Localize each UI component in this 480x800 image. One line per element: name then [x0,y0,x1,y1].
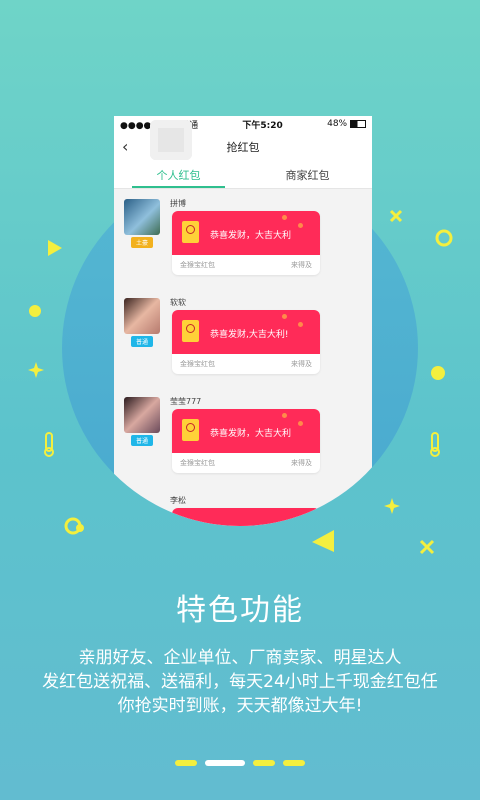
decor-dot [282,314,287,319]
ring-decoration [64,517,84,535]
red-packet-status: 来得及 [291,360,312,368]
level-badge: 土豪 [131,237,153,248]
avatar [124,397,160,433]
phone-screen: ●●●●○ 中国联通 下午5:20 48% ‹ 抢红包 个人红包 商家红包 土豪… [114,116,372,526]
battery-label: 48% [327,119,366,129]
list-item[interactable]: 土豪 拼博 恭喜发财，大吉大利 金猴宝红包 来得及 [114,189,372,288]
time-label: 下午5:20 [242,120,283,131]
feature-title: 特色功能 [176,593,304,628]
triangle-decoration [48,240,62,256]
feature-description: 亲朋好友、企业单位、厂商卖家、明星达人 发红包送祝福、送福利，每天24小时上千现… [0,646,480,718]
red-packet-message: 恭喜发财，大吉大利 [210,429,292,439]
dot-decoration-right [431,366,445,380]
level-badge: 普通 [131,435,153,446]
decor-dot [298,421,303,426]
red-packet-card[interactable] [172,508,320,526]
triangle-decoration-right [312,530,334,552]
red-packet-message: 恭喜发财，大吉大利 [210,231,292,241]
red-packet-status: 来得及 [291,261,312,269]
red-packet-footer: 金猴宝红包 来得及 [172,354,320,374]
back-arrow-icon[interactable]: ‹ [122,137,128,156]
tab-bar: 个人红包 商家红包 [114,162,372,189]
thermometer-icon [44,432,54,457]
decor-dot [298,223,303,228]
nav-title: 抢红包 [226,141,260,154]
red-packet-card[interactable]: 恭喜发财，大吉大利 金猴宝红包 来得及 [172,409,320,473]
red-packet-source: 金猴宝红包 [180,261,215,269]
sparkle-decoration-right [384,498,400,514]
red-packet-body: 恭喜发财，大吉大利 [172,211,320,255]
page-indicator [0,760,480,766]
user-name: 李松 [170,496,186,505]
red-envelope-icon [182,320,199,342]
red-packet-source: 金猴宝红包 [180,360,215,368]
avatar [124,199,160,235]
user-name: 软软 [170,298,186,307]
nav-bar: ‹ 抢红包 [114,120,372,162]
battery-icon [349,119,366,128]
sparkle-decoration [28,362,44,378]
red-packet-body [172,508,320,526]
thumbnail-placeholder [150,120,192,160]
dot-decoration [29,305,41,317]
red-packet-footer: 金猴宝红包 来得及 [172,453,320,473]
tab-personal[interactable]: 个人红包 [114,162,243,188]
red-packet-card[interactable]: 恭喜发财,大吉大利! 金猴宝红包 来得及 [172,310,320,374]
red-packet-body: 恭喜发财，大吉大利 [172,409,320,453]
red-packet-body: 恭喜发财,大吉大利! [172,310,320,354]
list-item[interactable]: 普通 莹莹777 恭喜发财，大吉大利 金猴宝红包 来得及 [114,387,372,486]
list-item[interactable]: 普通 软软 恭喜发财,大吉大利! 金猴宝红包 来得及 [114,288,372,387]
level-badge: 普通 [131,336,153,347]
user-name: 莹莹777 [170,397,202,406]
page-dot[interactable] [283,760,305,766]
list-item[interactable]: 李松 [114,486,372,526]
decor-dot [298,322,303,327]
page-dot[interactable] [253,760,275,766]
ring-decoration-right [435,229,453,247]
feature-line: 你抢实时到账，天天都像过大年! [117,696,363,716]
red-packet-status: 来得及 [291,459,312,467]
phone-mockup-clip: ●●●●○ 中国联通 下午5:20 48% ‹ 抢红包 个人红包 商家红包 土豪… [62,0,418,526]
decor-dot [282,215,287,220]
thermometer-icon-right [430,432,440,457]
tab-merchant[interactable]: 商家红包 [243,162,372,188]
red-packet-source: 金猴宝红包 [180,459,215,467]
user-name: 拼博 [170,199,186,208]
cross-decoration-right [419,539,435,555]
avatar [124,298,160,334]
decor-dot [282,413,287,418]
feature-line: 发红包送祝福、送福利，每天24小时上千现金红包任 [42,672,438,692]
feature-line: 亲朋好友、企业单位、厂商卖家、明星达人 [78,648,402,668]
red-envelope-icon [182,221,199,243]
page-dot[interactable] [175,760,197,766]
red-envelope-icon [182,419,199,441]
red-packet-footer: 金猴宝红包 来得及 [172,255,320,275]
red-packet-card[interactable]: 恭喜发财，大吉大利 金猴宝红包 来得及 [172,211,320,275]
red-packet-message: 恭喜发财,大吉大利! [210,330,289,340]
page-dot-active[interactable] [205,760,245,766]
